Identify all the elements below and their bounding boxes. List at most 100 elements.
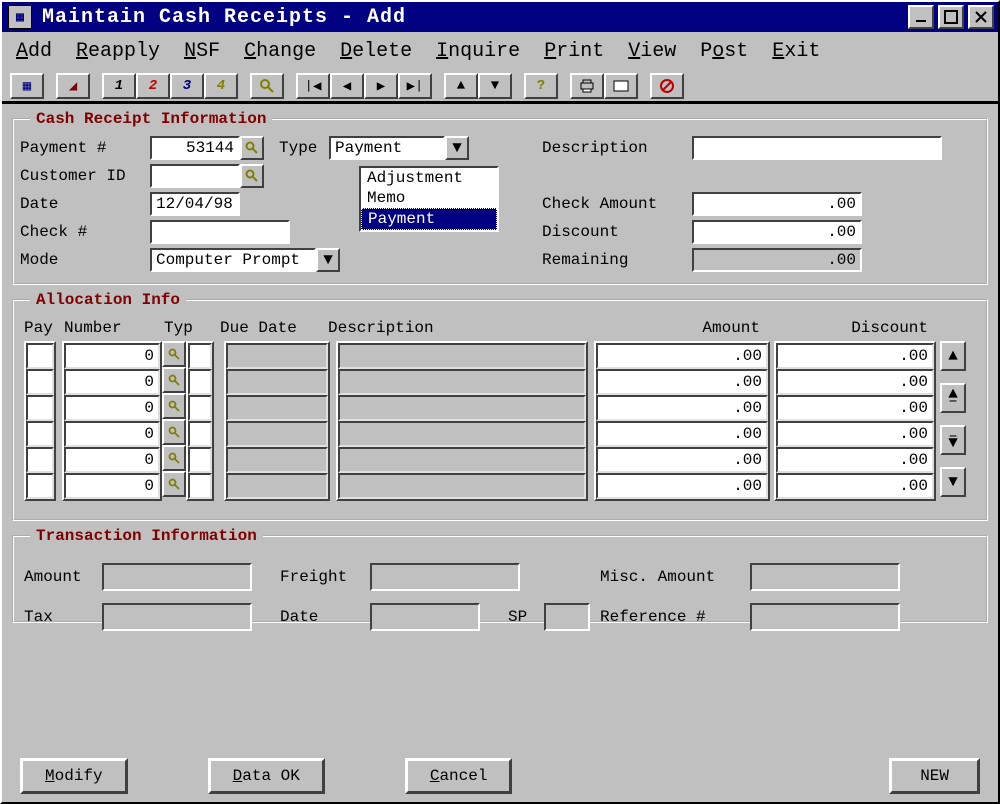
mode-combo[interactable]: Computer Prompt bbox=[150, 248, 316, 272]
number-lookup-button[interactable] bbox=[162, 471, 186, 497]
menu-change[interactable]: Change bbox=[244, 40, 316, 63]
close-button[interactable] bbox=[968, 5, 994, 29]
amount-cell[interactable]: .00 bbox=[596, 473, 768, 499]
dataok-button[interactable]: Data OK bbox=[208, 758, 325, 794]
payment-input[interactable]: 53144 bbox=[150, 136, 240, 160]
type-option-memo[interactable]: Memo bbox=[361, 188, 497, 208]
amount-cell[interactable]: .00 bbox=[596, 421, 768, 447]
type-dropdown-button[interactable]: ▼ bbox=[445, 136, 469, 160]
scroll-page-up-button[interactable]: ▲– bbox=[940, 383, 966, 413]
discount-cell[interactable]: .00 bbox=[776, 447, 934, 473]
toolbar-2-button[interactable]: 2 bbox=[136, 73, 170, 99]
typ-cell[interactable] bbox=[188, 369, 212, 395]
toolbar-eraser-button[interactable]: ◢ bbox=[56, 73, 90, 99]
toolbar-prev-button[interactable]: ◀ bbox=[330, 73, 364, 99]
scroll-down-button[interactable]: ▼ bbox=[940, 467, 966, 497]
menu-delete[interactable]: Delete bbox=[340, 40, 412, 63]
toolbar: ▦ ◢ 1 2 3 4 ❘◀ ◀ ▶ ▶❘ ▲ ▼ ? bbox=[2, 71, 998, 104]
customer-lookup-button[interactable] bbox=[240, 164, 264, 188]
toolbar-window-button[interactable] bbox=[604, 73, 638, 99]
toolbar-stop-button[interactable] bbox=[650, 73, 684, 99]
number-cell[interactable]: 0 bbox=[64, 343, 160, 369]
typ-cell[interactable] bbox=[188, 395, 212, 421]
typ-cell[interactable] bbox=[188, 421, 212, 447]
number-cell[interactable]: 0 bbox=[64, 369, 160, 395]
modify-button[interactable]: Modify bbox=[20, 758, 128, 794]
pay-cell[interactable] bbox=[26, 395, 54, 421]
desc-cell bbox=[338, 473, 586, 499]
new-button[interactable]: NEW bbox=[889, 758, 980, 794]
discount-cell[interactable]: .00 bbox=[776, 343, 934, 369]
check-input[interactable] bbox=[150, 220, 290, 244]
menu-post[interactable]: Post bbox=[700, 40, 748, 63]
cash-receipt-group: Cash Receipt Information Payment # 53144… bbox=[12, 110, 988, 285]
pay-cell[interactable] bbox=[26, 473, 54, 499]
menu-inquire[interactable]: Inquire bbox=[436, 40, 520, 63]
toolbar-3-button[interactable]: 3 bbox=[170, 73, 204, 99]
toolbar-next-button[interactable]: ▶ bbox=[364, 73, 398, 99]
allocation-legend: Allocation Info bbox=[30, 291, 186, 309]
toolbar-up-button[interactable]: ▲ bbox=[444, 73, 478, 99]
discount-input[interactable]: .00 bbox=[692, 220, 862, 244]
toolbar-grid-button[interactable]: ▦ bbox=[10, 73, 44, 99]
payment-lookup-button[interactable] bbox=[240, 136, 264, 160]
typ-cell[interactable] bbox=[188, 473, 212, 499]
maximize-button[interactable] bbox=[938, 5, 964, 29]
scroll-up-button[interactable]: ▲ bbox=[940, 341, 966, 371]
pay-cell[interactable] bbox=[26, 421, 54, 447]
pay-cell[interactable] bbox=[26, 369, 54, 395]
toolbar-first-button[interactable]: ❘◀ bbox=[296, 73, 330, 99]
minimize-button[interactable] bbox=[908, 5, 934, 29]
discount-cell[interactable]: .00 bbox=[776, 369, 934, 395]
number-lookup-button[interactable] bbox=[162, 445, 186, 471]
discount-cell[interactable]: .00 bbox=[776, 473, 934, 499]
toolbar-print-button[interactable] bbox=[570, 73, 604, 99]
toolbar-4-button[interactable]: 4 bbox=[204, 73, 238, 99]
allocation-group: Allocation Info Pay Number Typ Due Date … bbox=[12, 291, 988, 521]
typ-cell[interactable] bbox=[188, 343, 212, 369]
col-amount: Amount bbox=[578, 319, 760, 337]
discount-cell[interactable]: .00 bbox=[776, 421, 934, 447]
toolbar-last-button[interactable]: ▶❘ bbox=[398, 73, 432, 99]
menu-view[interactable]: View bbox=[628, 40, 676, 63]
customer-label: Customer ID bbox=[20, 167, 150, 185]
discount-cell[interactable]: .00 bbox=[776, 395, 934, 421]
type-option-adjustment[interactable]: Adjustment bbox=[361, 168, 497, 188]
check-amount-input[interactable]: .00 bbox=[692, 192, 862, 216]
txn-date-value bbox=[370, 603, 480, 631]
toolbar-help-button[interactable]: ? bbox=[524, 73, 558, 99]
amount-cell[interactable]: .00 bbox=[596, 369, 768, 395]
date-input[interactable]: 12/04/98 bbox=[150, 192, 240, 216]
number-lookup-button[interactable] bbox=[162, 367, 186, 393]
menu-nsf[interactable]: NSF bbox=[184, 40, 220, 63]
description-input[interactable] bbox=[692, 136, 942, 160]
number-cell[interactable]: 0 bbox=[64, 473, 160, 499]
amount-cell[interactable]: .00 bbox=[596, 447, 768, 473]
scroll-page-down-button[interactable]: –▼ bbox=[940, 425, 966, 455]
remaining-value: .00 bbox=[692, 248, 862, 272]
pay-cell[interactable] bbox=[26, 447, 54, 473]
amount-cell[interactable]: .00 bbox=[596, 395, 768, 421]
mode-dropdown-button[interactable]: ▼ bbox=[316, 248, 340, 272]
menu-print[interactable]: Print bbox=[544, 40, 604, 63]
menu-reapply[interactable]: Reapply bbox=[76, 40, 160, 63]
pay-cell[interactable] bbox=[26, 343, 54, 369]
number-lookup-button[interactable] bbox=[162, 393, 186, 419]
number-cell[interactable]: 0 bbox=[64, 447, 160, 473]
cancel-button[interactable]: Cancel bbox=[405, 758, 513, 794]
number-lookup-button[interactable] bbox=[162, 341, 186, 367]
toolbar-down-button[interactable]: ▼ bbox=[478, 73, 512, 99]
toolbar-1-button[interactable]: 1 bbox=[102, 73, 136, 99]
typ-cell[interactable] bbox=[188, 447, 212, 473]
amount-cell[interactable]: .00 bbox=[596, 343, 768, 369]
menu-exit[interactable]: Exit bbox=[772, 40, 820, 63]
type-dropdown-list[interactable]: Adjustment Memo Payment bbox=[359, 166, 499, 232]
menu-add[interactable]: Add bbox=[16, 40, 52, 63]
type-option-payment[interactable]: Payment bbox=[361, 208, 497, 230]
toolbar-search-button[interactable] bbox=[250, 73, 284, 99]
customer-input[interactable] bbox=[150, 164, 240, 188]
number-cell[interactable]: 0 bbox=[64, 395, 160, 421]
type-combo[interactable]: Payment bbox=[329, 136, 445, 160]
number-cell[interactable]: 0 bbox=[64, 421, 160, 447]
number-lookup-button[interactable] bbox=[162, 419, 186, 445]
